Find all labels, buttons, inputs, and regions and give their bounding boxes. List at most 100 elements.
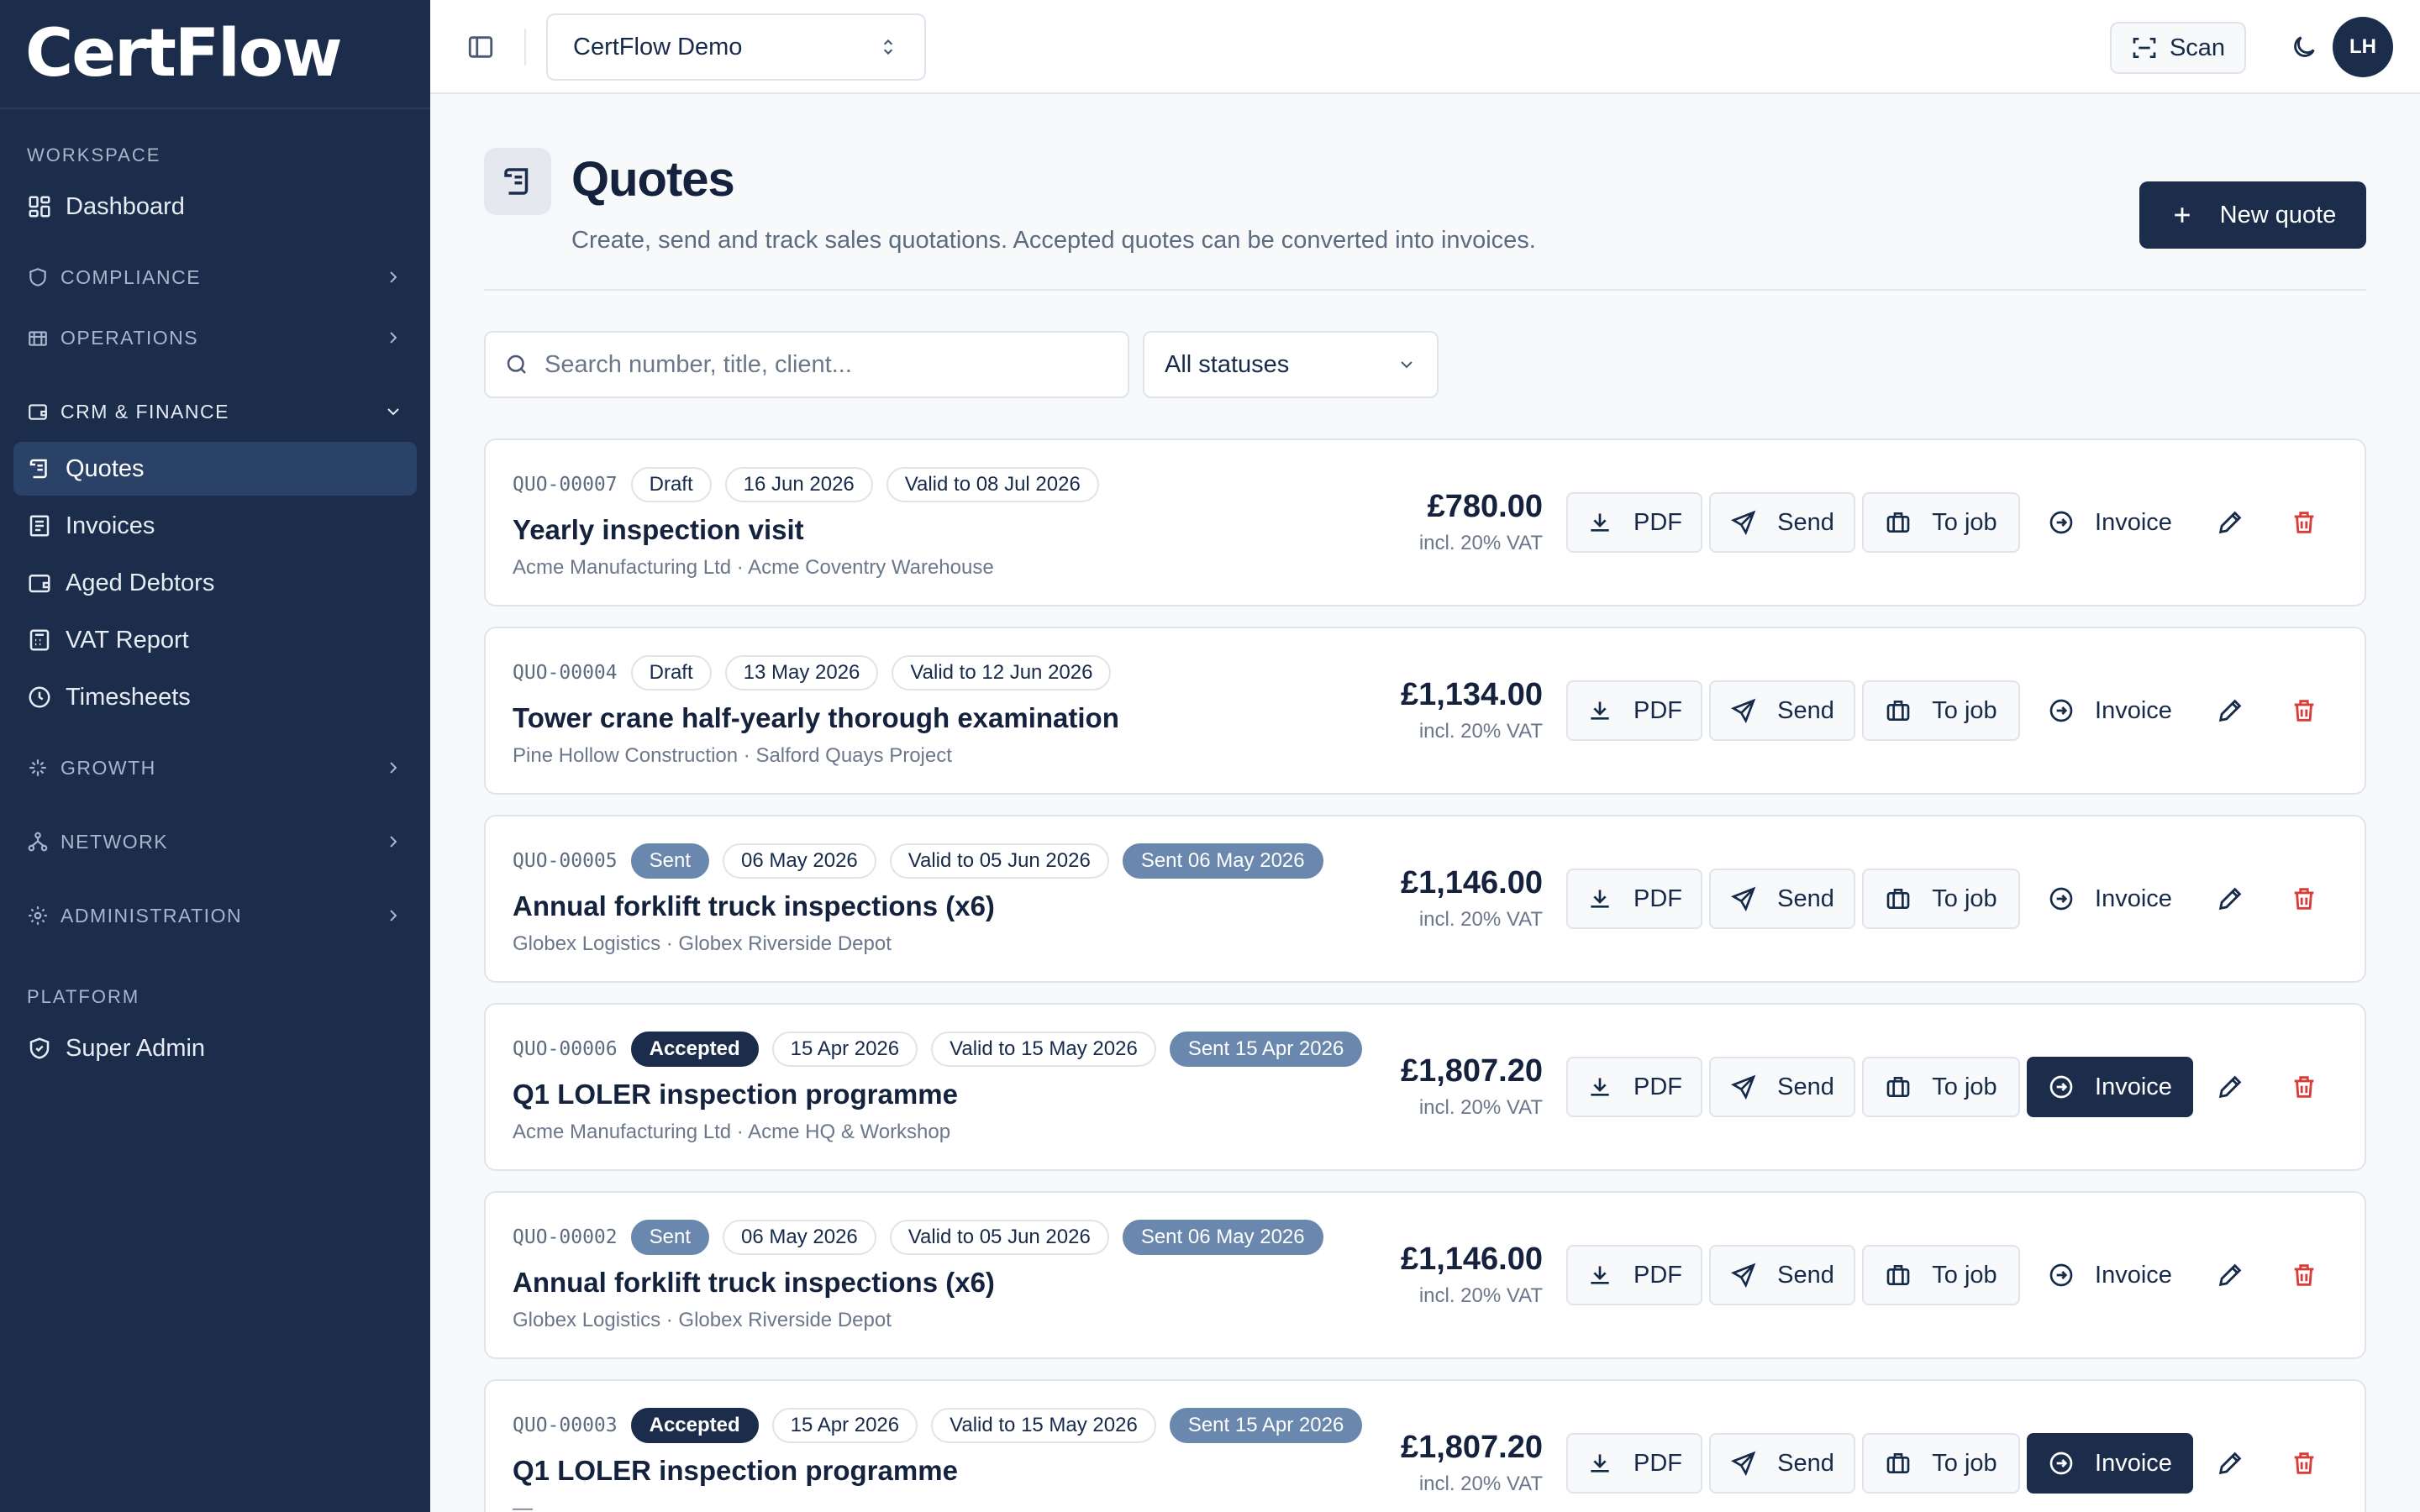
sidebar-group-crm-finance[interactable]: CRM & FINANCE (13, 385, 417, 438)
quote-card[interactable]: QUO-00003 Accepted 15 Apr 2026 Valid to … (484, 1379, 2366, 1512)
sidebar-group-operations[interactable]: OPERATIONS (13, 311, 417, 365)
sidebar-item-label: Dashboard (66, 192, 185, 220)
quote-card[interactable]: QUO-00004 Draft 13 May 2026 Valid to 12 … (484, 627, 2366, 795)
pdf-button[interactable]: PDF (1566, 1433, 1702, 1494)
to-job-button[interactable]: To job (1862, 492, 2020, 553)
status-filter-select[interactable]: All statuses (1143, 331, 1439, 398)
quote-title[interactable]: Q1 LOLER inspection programme (513, 1455, 958, 1487)
send-button[interactable]: Send (1709, 1245, 1855, 1305)
quote-title[interactable]: Yearly inspection visit (513, 514, 804, 546)
quote-number: QUO-00005 (513, 850, 618, 872)
sidebar-group-administration[interactable]: ADMINISTRATION (13, 889, 417, 942)
edit-button[interactable] (2215, 884, 2245, 914)
network-icon (28, 832, 48, 852)
sidebar-item-quotes[interactable]: Quotes (13, 442, 417, 496)
sidebar-item-vat-report[interactable]: VAT Report (13, 613, 417, 667)
search-input[interactable] (544, 350, 1099, 379)
sidebar-group-growth[interactable]: GROWTH (13, 741, 417, 795)
trash-icon (2294, 1264, 2314, 1286)
valid-to-badge: Valid to 12 Jun 2026 (892, 655, 1112, 690)
invoice-button[interactable]: Invoice (2027, 1433, 2193, 1494)
edit-button[interactable] (2215, 1072, 2245, 1102)
quote-amount: £1,134.00 incl. 20% VAT (1401, 677, 1543, 743)
to-job-label: To job (1932, 508, 1997, 536)
to-job-button[interactable]: To job (1862, 1245, 2020, 1305)
quote-title[interactable]: Annual forklift truck inspections (x6) (513, 1267, 995, 1299)
arrow-circle-right-icon (2049, 1263, 2073, 1287)
quote-meta: QUO-00005 Sent 06 May 2026 Valid to 05 J… (513, 842, 1337, 880)
edit-button[interactable] (2215, 696, 2245, 726)
sidebar-toggle-button[interactable] (464, 30, 497, 64)
quote-number: QUO-00006 (513, 1038, 618, 1060)
chevron-right-icon (390, 271, 397, 283)
sidebar-item-dashboard[interactable]: Dashboard (13, 180, 417, 234)
pdf-button[interactable]: PDF (1566, 1245, 1702, 1305)
workspace-switcher[interactable]: CertFlow Demo (546, 13, 926, 81)
trash-icon (2294, 888, 2314, 910)
to-job-button[interactable]: To job (1862, 680, 2020, 741)
send-button[interactable]: Send (1709, 869, 1855, 929)
delete-button[interactable] (2289, 1448, 2319, 1478)
send-button[interactable]: Send (1709, 1433, 1855, 1494)
chevron-right-icon (390, 762, 397, 774)
send-button[interactable]: Send (1709, 680, 1855, 741)
sidebar-group-network[interactable]: NETWORK (13, 815, 417, 869)
valid-to-badge: Valid to 15 May 2026 (931, 1032, 1156, 1067)
sidebar-item-super-admin[interactable]: Super Admin (13, 1021, 417, 1075)
sidebar-item-invoices[interactable]: Invoices (13, 499, 417, 553)
to-job-button[interactable]: To job (1862, 869, 2020, 929)
edit-button[interactable] (2215, 1260, 2245, 1290)
new-quote-button[interactable]: New quote (2139, 181, 2366, 249)
sidebar-group-label: ADMINISTRATION (60, 904, 243, 927)
chevron-down-icon (1401, 361, 1413, 369)
to-job-button[interactable]: To job (1862, 1433, 2020, 1494)
search-box[interactable] (484, 331, 1129, 398)
pdf-button[interactable]: PDF (1566, 1057, 1702, 1117)
quote-card[interactable]: QUO-00002 Sent 06 May 2026 Valid to 05 J… (484, 1191, 2366, 1359)
avatar[interactable]: LH (2333, 17, 2393, 77)
delete-button[interactable] (2289, 884, 2319, 914)
quote-title[interactable]: Annual forklift truck inspections (x6) (513, 890, 995, 922)
to-job-button[interactable]: To job (1862, 1057, 2020, 1117)
pdf-button[interactable]: PDF (1566, 680, 1702, 741)
pdf-button[interactable]: PDF (1566, 492, 1702, 553)
delete-button[interactable] (2289, 1072, 2319, 1102)
invoice-button[interactable]: Invoice (2027, 869, 2193, 929)
briefcase-icon (1886, 512, 1910, 533)
quote-title[interactable]: Q1 LOLER inspection programme (513, 1079, 958, 1110)
quote-title[interactable]: Tower crane half-yearly thorough examina… (513, 702, 1119, 734)
valid-to-badge: Valid to 15 May 2026 (931, 1408, 1156, 1443)
edit-button[interactable] (2215, 507, 2245, 538)
gear-icon (29, 906, 47, 925)
invoice-button[interactable]: Invoice (2027, 492, 2193, 553)
invoice-button[interactable]: Invoice (2027, 1245, 2193, 1305)
sidebar-item-timesheets[interactable]: Timesheets (13, 670, 417, 724)
quote-card[interactable]: QUO-00005 Sent 06 May 2026 Valid to 05 J… (484, 815, 2366, 983)
valid-to-badge: Valid to 05 Jun 2026 (889, 843, 1109, 879)
invoice-button[interactable]: Invoice (2027, 680, 2193, 741)
pdf-button[interactable]: PDF (1566, 869, 1702, 929)
delete-button[interactable] (2289, 1260, 2319, 1290)
send-button[interactable]: Send (1709, 1057, 1855, 1117)
brand-logo[interactable]: CertFlow (0, 0, 430, 109)
to-job-label: To job (1932, 696, 1997, 724)
valid-to-badge: Valid to 08 Jul 2026 (886, 467, 1099, 502)
pdf-label: PDF (1634, 1449, 1682, 1477)
quote-vat-note: incl. 20% VAT (1418, 908, 1543, 931)
theme-toggle-button[interactable] (2287, 30, 2321, 64)
sidebar-group-label: GROWTH (60, 756, 156, 779)
delete-button[interactable] (2289, 507, 2319, 538)
sent-date-badge: Sent 06 May 2026 (1122, 843, 1323, 879)
sidebar-item-aged-debtors[interactable]: Aged Debtors (13, 556, 417, 610)
invoice-button[interactable]: Invoice (2027, 1057, 2193, 1117)
scan-button[interactable]: Scan (2110, 22, 2246, 74)
sidebar-group-compliance[interactable]: COMPLIANCE (13, 250, 417, 304)
quote-card[interactable]: QUO-00007 Draft 16 Jun 2026 Valid to 08 … (484, 438, 2366, 606)
send-button[interactable]: Send (1709, 492, 1855, 553)
delete-button[interactable] (2289, 696, 2319, 726)
chevron-down-icon (387, 408, 399, 416)
quote-card[interactable]: QUO-00006 Accepted 15 Apr 2026 Valid to … (484, 1003, 2366, 1171)
edit-button[interactable] (2215, 1448, 2245, 1478)
pdf-label: PDF (1634, 885, 1682, 912)
quote-meta: QUO-00003 Accepted 15 Apr 2026 Valid to … (513, 1406, 1376, 1445)
